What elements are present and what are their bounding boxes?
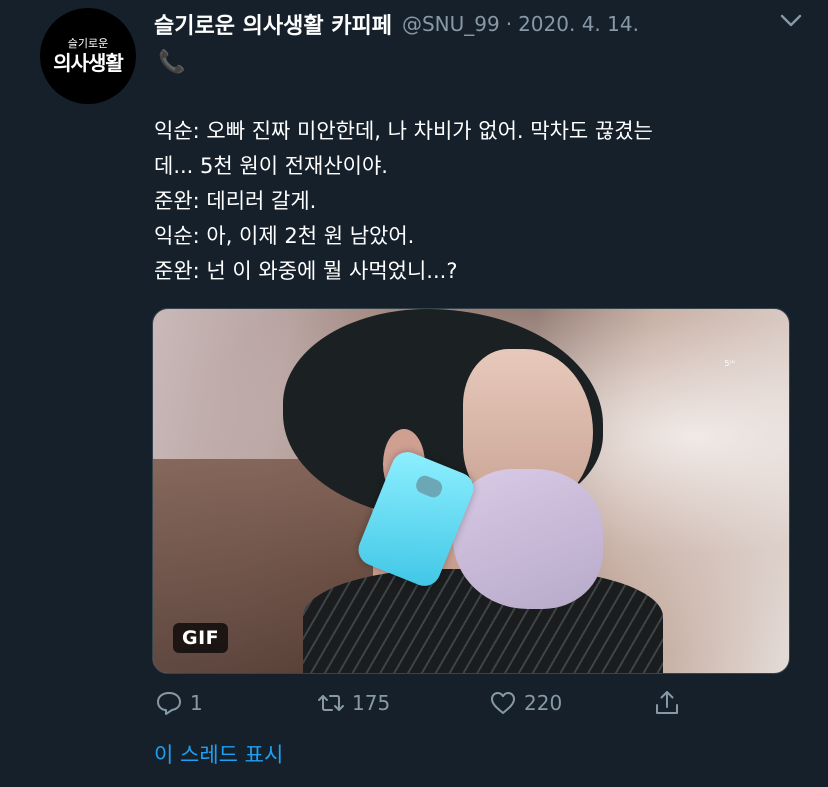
gif-media[interactable]: 5ᵗʰ GIF bbox=[152, 308, 790, 674]
avatar-small-text: 슬기로운 bbox=[67, 37, 109, 50]
like-icon bbox=[491, 692, 515, 714]
show-thread-link[interactable]: 이 스레드 표시 bbox=[154, 739, 283, 769]
media-phone-camera bbox=[413, 473, 445, 500]
tweet-date[interactable]: 2020. 4. 14. bbox=[518, 12, 639, 36]
tweet-line: 데... 5천 원이 전재산이야. bbox=[154, 154, 388, 178]
retweet-count: 175 bbox=[352, 691, 391, 715]
tweet-line: 준완: 넌 이 와중에 뭘 사먹었니...? bbox=[154, 259, 458, 283]
gif-badge: GIF bbox=[173, 623, 229, 653]
reply-button[interactable]: 1 bbox=[154, 688, 203, 718]
chevron-down-icon[interactable] bbox=[778, 10, 804, 32]
like-button[interactable]: 220 bbox=[488, 688, 562, 718]
tweet-meta: @SNU_99 · 2020. 4. 14. bbox=[402, 12, 639, 36]
like-count: 220 bbox=[524, 691, 563, 715]
share-button[interactable] bbox=[652, 688, 682, 718]
phone-emoji: 📞 bbox=[158, 50, 186, 75]
tweet-line: 준완: 데리러 갈게. bbox=[154, 189, 317, 213]
reply-icon bbox=[157, 692, 181, 715]
reply-count: 1 bbox=[190, 691, 203, 715]
tweet-line: 익순: 오빠 진짜 미안한데, 나 차비가 없어. 막차도 끊겼는 bbox=[154, 119, 653, 143]
tweet-line: 익순: 아, 이제 2천 원 남았어. bbox=[154, 224, 415, 248]
avatar-big-text: 의사생활 bbox=[53, 51, 124, 75]
media-watermark: 5ᵗʰ bbox=[724, 359, 735, 368]
tweet-text: 익순: 오빠 진짜 미안한데, 나 차비가 없어. 막차도 끊겼는 데... 5… bbox=[154, 114, 794, 289]
retweet-icon bbox=[318, 695, 344, 711]
avatar[interactable]: 슬기로운 의사생활 bbox=[40, 8, 136, 104]
tweet-header: 슬기로운 의사생활 카피페 @SNU_99 · 2020. 4. 14. bbox=[154, 8, 808, 40]
retweet-button[interactable]: 175 bbox=[316, 688, 390, 718]
display-name[interactable]: 슬기로운 의사생활 카피페 bbox=[154, 8, 392, 40]
user-handle[interactable]: @SNU_99 bbox=[402, 12, 500, 36]
share-icon bbox=[656, 691, 678, 714]
meta-separator: · bbox=[505, 12, 513, 36]
media-hand bbox=[453, 469, 603, 609]
action-bar: 1 175 220 bbox=[154, 688, 694, 724]
